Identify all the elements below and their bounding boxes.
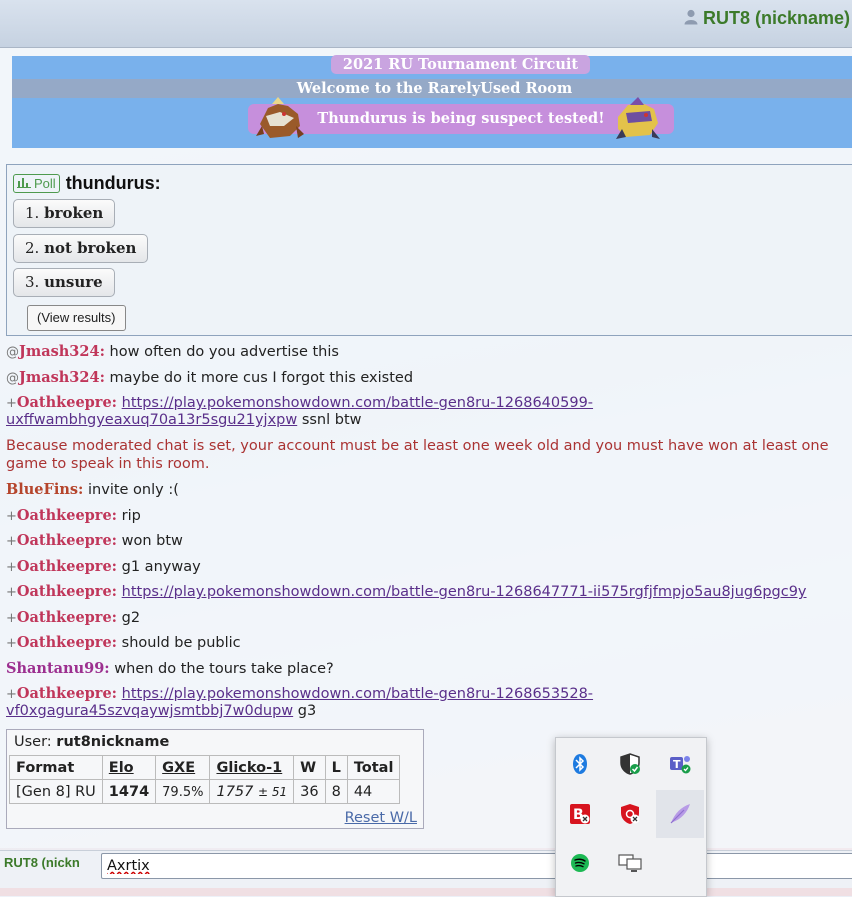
table-row: [Gen 8] RU 1474 79.5% 1757 ± 51 36 8 44 bbox=[9, 779, 401, 804]
cell-total: 44 bbox=[346, 779, 401, 804]
chat-username[interactable]: BlueFins: bbox=[6, 481, 83, 498]
chat-message: +Oathkeepre: rip bbox=[6, 507, 141, 524]
option-label: not broken bbox=[44, 239, 137, 257]
user-menu[interactable]: RUT8 (nickname) bbox=[684, 8, 850, 29]
banner-suspect: Thundurus is being suspect tested! bbox=[248, 104, 674, 134]
bar-chart-icon bbox=[17, 176, 31, 191]
user-icon bbox=[684, 9, 698, 29]
chat-username[interactable]: Oathkeepre: bbox=[17, 634, 117, 651]
chat-username[interactable]: Oathkeepre: bbox=[17, 558, 117, 575]
chat-username[interactable]: Oathkeepre: bbox=[17, 532, 117, 549]
chat-message-cont: vf0xgagura45szvqaywjsmtbbj7w0dupw g3 bbox=[6, 703, 317, 719]
cell-format: [Gen 8] RU bbox=[9, 779, 103, 804]
cell-elo: 1474 bbox=[101, 779, 157, 804]
poll-box: Poll thundurus: 1. broken 2. not broken … bbox=[6, 164, 852, 336]
feather-app-icon[interactable] bbox=[656, 790, 704, 838]
col-total: Total bbox=[346, 755, 401, 780]
option-number: 3. bbox=[25, 273, 40, 291]
reset-wl-link[interactable]: Reset W/L bbox=[345, 810, 417, 826]
chat-input-bar: RUT8 (nickn bbox=[0, 850, 852, 896]
chat-message: +Oathkeepre: g2 bbox=[6, 609, 141, 626]
chat-username[interactable]: Jmash324: bbox=[19, 343, 105, 360]
chat-username[interactable]: Oathkeepre: bbox=[17, 583, 117, 600]
vpn-shield-icon[interactable] bbox=[606, 790, 654, 838]
cell-l: 8 bbox=[324, 779, 348, 804]
poll-header: Poll thundurus: bbox=[13, 173, 161, 194]
col-glicko[interactable]: Glicko-1 bbox=[209, 755, 295, 780]
stats-username: rut8nickname bbox=[56, 734, 170, 750]
battle-link[interactable]: vf0xgagura45szvqaywjsmtbbj7w0dupw bbox=[6, 703, 293, 719]
raikou-sprite-icon bbox=[612, 95, 664, 147]
chat-username[interactable]: Jmash324: bbox=[19, 369, 105, 386]
chat-username[interactable]: Oathkeepre: bbox=[17, 685, 117, 702]
battle-link[interactable]: uxffwambhgyeaxuq70a13r5sgu21yjxpw bbox=[6, 412, 297, 428]
cell-gxe: 79.5% bbox=[155, 779, 211, 804]
user-stats-box: User: rut8nickname Format Elo GXE Glicko… bbox=[6, 729, 424, 829]
view-results-button[interactable]: (View results) bbox=[27, 305, 126, 331]
option-number: 2. bbox=[25, 239, 40, 257]
chat-message: Shantanu99: when do the tours take place… bbox=[6, 660, 334, 677]
chat-username[interactable]: Oathkeepre: bbox=[17, 609, 117, 626]
svg-text:T: T bbox=[673, 758, 681, 771]
chat-input[interactable] bbox=[101, 853, 852, 879]
chat-message: @Jmash324: how often do you advertise th… bbox=[6, 343, 339, 360]
chat-message: +Oathkeepre: won btw bbox=[6, 532, 183, 549]
battle-link[interactable]: https://play.pokemonshowdown.com/battle-… bbox=[122, 584, 807, 600]
battle-link[interactable]: https://play.pokemonshowdown.com/battle-… bbox=[122, 395, 593, 411]
username: RUT8 (nickname) bbox=[702, 8, 850, 28]
option-number: 1. bbox=[25, 204, 40, 222]
system-tray-flyout: T B bbox=[555, 737, 707, 897]
top-bar: RUT8 (nickname) bbox=[0, 0, 852, 48]
chat-message-cont: uxffwambhgyeaxuq70a13r5sgu21yjxpw ssnl b… bbox=[6, 412, 362, 428]
col-gxe[interactable]: GXE bbox=[155, 755, 211, 780]
windows-security-icon[interactable] bbox=[606, 740, 654, 788]
cell-w: 36 bbox=[293, 779, 326, 804]
chat-message: +Oathkeepre: https://play.pokemonshowdow… bbox=[6, 685, 594, 702]
banner-welcome: Welcome to the RarelyUsed Room bbox=[12, 79, 852, 98]
col-elo[interactable]: Elo bbox=[101, 755, 157, 780]
chat-message: +Oathkeepre: https://play.pokemonshowdow… bbox=[6, 583, 807, 600]
entei-sprite-icon bbox=[254, 96, 306, 146]
cell-glicko: 1757 ± 51 bbox=[209, 779, 295, 804]
battle-link[interactable]: https://play.pokemonshowdown.com/battle-… bbox=[122, 686, 593, 702]
network-monitor-icon[interactable] bbox=[606, 839, 654, 887]
banner-tournament: 2021 RU Tournament Circuit bbox=[331, 55, 590, 74]
table-header-row: Format Elo GXE Glicko-1 W L Total bbox=[9, 755, 401, 780]
chat-message: +Oathkeepre: https://play.pokemonshowdow… bbox=[6, 394, 594, 411]
chat-message: BlueFins: invite only :( bbox=[6, 481, 179, 498]
poll-option-broken[interactable]: 1. broken bbox=[13, 199, 116, 228]
chat-username[interactable]: Oathkeepre: bbox=[17, 507, 117, 524]
poll-question: thundurus: bbox=[65, 173, 161, 193]
col-w: W bbox=[293, 755, 326, 780]
chat-message: +Oathkeepre: g1 anyway bbox=[6, 558, 201, 575]
teams-icon[interactable]: T bbox=[656, 740, 704, 788]
chat-username[interactable]: Oathkeepre: bbox=[17, 394, 117, 411]
poll-badge: Poll bbox=[13, 174, 60, 193]
option-label: broken bbox=[44, 204, 104, 222]
chat-username[interactable]: Shantanu99: bbox=[6, 660, 110, 677]
bluetooth-icon[interactable] bbox=[556, 740, 604, 788]
spotify-icon[interactable] bbox=[556, 839, 604, 887]
moderated-chat-notice: Because moderated chat is set, your acco… bbox=[6, 438, 829, 472]
input-username[interactable]: RUT8 (nickn bbox=[4, 855, 80, 870]
stats-table: Format Elo GXE Glicko-1 W L Total [Gen 8… bbox=[9, 755, 401, 804]
poll-option-unsure[interactable]: 3. unsure bbox=[13, 268, 115, 297]
chat-message: +Oathkeepre: should be public bbox=[6, 634, 241, 651]
col-format: Format bbox=[9, 755, 103, 780]
poll-option-not-broken[interactable]: 2. not broken bbox=[13, 234, 149, 263]
option-label: unsure bbox=[44, 273, 103, 291]
poll-badge-label: Poll bbox=[34, 176, 56, 191]
col-l: L bbox=[324, 755, 348, 780]
antivirus-icon[interactable]: B bbox=[556, 790, 604, 838]
user-line: User: rut8nickname bbox=[14, 734, 170, 750]
chat-message: @Jmash324: maybe do it more cus I forgot… bbox=[6, 369, 414, 386]
